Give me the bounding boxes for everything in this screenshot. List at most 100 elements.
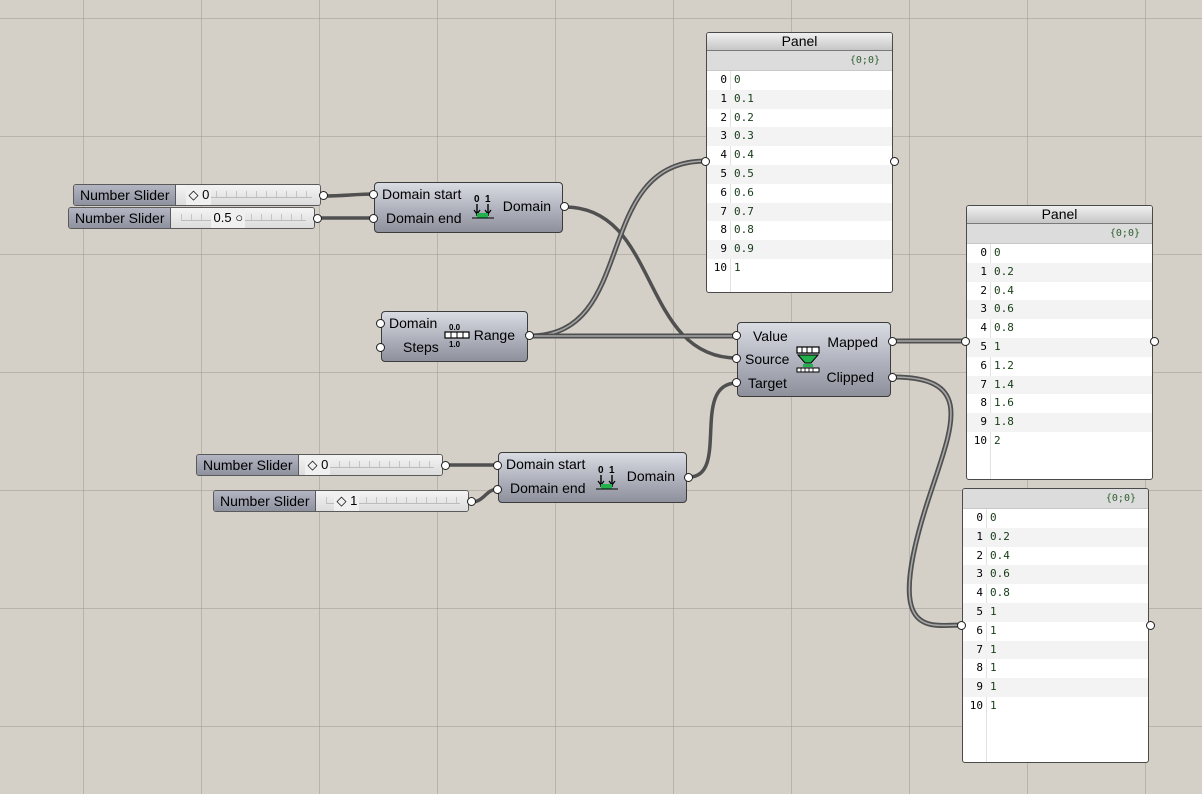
input-range-domain[interactable]: Domain — [389, 315, 437, 331]
slider-2-output-port[interactable] — [313, 214, 322, 223]
panel-path: {0;0} — [707, 51, 892, 71]
panel-row: 1 0.2 — [963, 527, 1148, 547]
panel-row-index: 5 — [976, 604, 983, 618]
remap-mapped-port[interactable] — [888, 337, 897, 346]
domain2-end-port[interactable] — [493, 485, 502, 494]
domain2-start-port[interactable] — [493, 461, 502, 470]
panel-row-index: 5 — [980, 339, 987, 353]
range-steps-port[interactable] — [376, 343, 385, 352]
panel-row: 9 1.8 — [967, 413, 1152, 432]
slider-track[interactable]: 0.5 ○ — [171, 208, 314, 228]
number-slider-2[interactable]: Number Slider 0.5 ○ — [68, 207, 315, 229]
panel-row: 51 — [967, 337, 1152, 357]
panel-row-index: 3 — [720, 129, 727, 143]
wire-domain2-remap-target[interactable] — [687, 381, 739, 479]
number-slider-4[interactable]: Number Slider ◇ 1 — [213, 490, 469, 512]
construct-domain-component-2[interactable]: Domain start Domain end 0 1 Domain — [498, 452, 687, 503]
panel-clipped-output-port[interactable] — [1146, 621, 1155, 630]
panel-row-value: 0.9 — [734, 242, 754, 256]
slider-label: Number Slider — [197, 455, 300, 475]
panel-row-index: 5 — [720, 166, 727, 180]
panel-row: 5 0.5 — [707, 164, 892, 184]
remap-clipped-port[interactable] — [888, 373, 897, 382]
input-remap-source[interactable]: Source — [745, 351, 789, 367]
domain1-start-port[interactable] — [369, 190, 378, 199]
panel-row: 3 0.6 — [963, 565, 1148, 585]
input-domain-end[interactable]: Domain end — [386, 210, 462, 226]
output-domain[interactable]: Domain — [503, 198, 551, 214]
panel-row-value: 0.6 — [990, 567, 1010, 581]
panel-mapped-input-port[interactable] — [961, 337, 970, 346]
range-component[interactable]: Domain Steps 0.0 1.0 Range — [381, 311, 528, 362]
input-domain-start[interactable]: Domain start — [506, 456, 585, 472]
panel-row-index: 0 — [976, 511, 983, 524]
panel-range-input-port[interactable] — [701, 157, 710, 166]
input-remap-value[interactable]: Value — [753, 328, 788, 344]
panel-row-index: 4 — [980, 321, 987, 335]
range-output-port[interactable] — [525, 331, 534, 340]
panel-row-value: 0 — [734, 73, 741, 86]
panel-row-value: 0.2 — [990, 529, 1010, 543]
slider-3-output-port[interactable] — [441, 461, 450, 470]
panel-clipped-output[interactable]: {0;0} 0 0 1 0.2 2 0.4 3 0.6 4 0.8 5 1 6 1 7 1 8 1 9 1 10 1 — [962, 488, 1149, 763]
panel-row-value: 0.4 — [990, 548, 1010, 562]
domain1-end-port[interactable] — [369, 214, 378, 223]
remap-source-port[interactable] — [732, 354, 741, 363]
remap-target-port[interactable] — [732, 378, 741, 387]
panel-range-output-port[interactable] — [890, 157, 899, 166]
input-domain-start[interactable]: Domain start — [382, 186, 461, 202]
panel-row: 2 0.4 — [967, 282, 1152, 301]
panel-row-value: 0.6 — [994, 302, 1014, 316]
svg-text:1: 1 — [485, 194, 491, 205]
input-range-steps[interactable]: Steps — [403, 339, 439, 355]
panel-path: {0;0} — [967, 224, 1152, 244]
slider-track[interactable]: ◇ 0 — [299, 455, 442, 475]
slider-track[interactable]: ◇ 0 — [176, 185, 320, 205]
panel-row-index: 3 — [976, 567, 983, 581]
panel-row: 71 — [963, 640, 1148, 660]
panel-title: Panel — [967, 206, 1152, 224]
panel-row-value: 1.4 — [994, 377, 1014, 391]
panel-row: 4 0.8 — [967, 319, 1152, 338]
panel-row-value: 0.8 — [734, 223, 754, 237]
panel-row: 8 1.6 — [967, 394, 1152, 413]
wire-clipped-panel[interactable] — [890, 374, 965, 629]
slider-label: Number Slider — [74, 185, 177, 205]
panel-mapped-output-port[interactable] — [1150, 337, 1159, 346]
input-remap-target[interactable]: Target — [748, 375, 787, 391]
number-slider-3[interactable]: Number Slider ◇ 0 — [196, 454, 443, 476]
panel-row-index: 1 — [976, 529, 983, 543]
slider-grip-icon[interactable]: ○ — [235, 210, 243, 225]
panel-row: 6 1.2 — [967, 357, 1152, 376]
output-mapped[interactable]: Mapped — [827, 334, 878, 350]
panel-row-value: 0.5 — [734, 166, 754, 180]
remap-value-port[interactable] — [732, 331, 741, 340]
input-domain-end[interactable]: Domain end — [510, 480, 586, 496]
output-domain[interactable]: Domain — [627, 468, 675, 484]
svg-text:0: 0 — [474, 194, 480, 205]
panel-row: 4 0.4 — [707, 146, 892, 165]
panel-clipped-input-port[interactable] — [957, 621, 966, 630]
domain1-output-port[interactable] — [560, 202, 569, 211]
panel-row: 4 0.8 — [963, 584, 1148, 603]
slider-1-output-port[interactable] — [319, 191, 328, 200]
panel-row: 00 — [963, 509, 1148, 528]
slider-4-output-port[interactable] — [467, 497, 476, 506]
construct-domain-component-1[interactable]: Domain start Domain end 0 1 Domain — [374, 182, 563, 233]
panel-row: 3 0.3 — [707, 127, 892, 147]
diamond-icon: ◇ — [307, 457, 322, 472]
panel-mapped-output[interactable]: Panel {0;0} 0 0 1 0.2 2 0.4 3 0.6 4 0.8 5 1 6 1.2 7 1.4… — [966, 205, 1153, 480]
number-slider-1[interactable]: Number Slider ◇ 0 — [73, 184, 321, 206]
slider-track[interactable]: ◇ 1 — [316, 491, 468, 511]
output-clipped[interactable]: Clipped — [827, 369, 874, 385]
remap-numbers-component[interactable]: Value Source Target Mapped Clipped — [737, 322, 891, 397]
output-range[interactable]: Range — [474, 327, 515, 343]
panel-path: {0;0} — [963, 489, 1148, 509]
panel-row-index: 2 — [976, 548, 983, 562]
panel-row-value: 1 — [990, 698, 997, 712]
domain2-output-port[interactable] — [684, 473, 693, 482]
slider-value: ◇ 0 — [186, 185, 212, 205]
panel-range-output[interactable]: Panel {0;0} 0 0 1 0.1 2 0.2 3 0.3 4 0.4 5 0.5 6 0.6 7 0… — [706, 32, 893, 293]
panel-row-value: 1.2 — [994, 358, 1014, 372]
range-domain-port[interactable] — [376, 319, 385, 328]
